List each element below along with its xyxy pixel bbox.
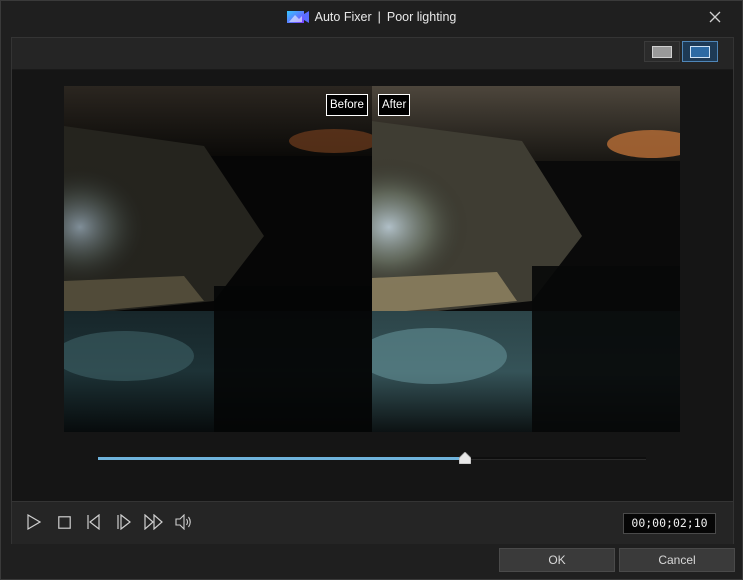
before-preview-image xyxy=(64,86,372,432)
split-view-button[interactable] xyxy=(682,41,718,62)
slider-progress-fill xyxy=(98,457,466,460)
single-view-button[interactable] xyxy=(644,41,680,62)
timecode-display: 00;00;02;10 xyxy=(623,513,716,534)
fast-forward-icon xyxy=(144,514,163,530)
preview-panel: Before After 00;00;02;10 xyxy=(11,37,734,544)
stop-button[interactable] xyxy=(54,512,74,532)
next-frame-icon xyxy=(117,514,131,530)
after-preview-image xyxy=(372,86,680,432)
window-title: Auto Fixer | Poor lighting xyxy=(1,8,742,26)
cancel-button[interactable]: Cancel xyxy=(619,548,735,572)
volume-icon xyxy=(175,514,191,530)
ok-button[interactable]: OK xyxy=(499,548,615,572)
window-title-text: Auto Fixer xyxy=(314,10,372,24)
split-view-icon xyxy=(690,45,710,58)
video-preview: Before After xyxy=(64,86,680,432)
next-frame-button[interactable] xyxy=(114,512,134,532)
title-bar: Auto Fixer | Poor lighting xyxy=(1,1,742,33)
after-label: After xyxy=(378,94,411,116)
previous-frame-icon xyxy=(87,514,100,530)
app-logo-icon xyxy=(286,10,309,24)
close-button[interactable] xyxy=(706,8,724,26)
playback-controls: 00;00;02;10 xyxy=(12,501,733,544)
seek-slider[interactable] xyxy=(98,450,646,466)
play-button[interactable] xyxy=(24,512,44,532)
before-label: Before xyxy=(326,94,368,116)
window-subtitle: Poor lighting xyxy=(386,10,457,24)
fast-forward-button[interactable] xyxy=(144,512,164,532)
auto-fixer-dialog: Auto Fixer | Poor lighting Before After … xyxy=(0,0,743,580)
volume-button[interactable] xyxy=(174,512,194,532)
stop-icon xyxy=(57,515,71,529)
single-view-icon xyxy=(652,45,672,58)
play-icon xyxy=(27,514,41,530)
view-mode-bar xyxy=(12,38,733,70)
title-separator: | xyxy=(377,10,381,24)
previous-frame-button[interactable] xyxy=(84,512,104,532)
slider-thumb[interactable] xyxy=(458,451,472,465)
close-icon xyxy=(709,11,721,23)
